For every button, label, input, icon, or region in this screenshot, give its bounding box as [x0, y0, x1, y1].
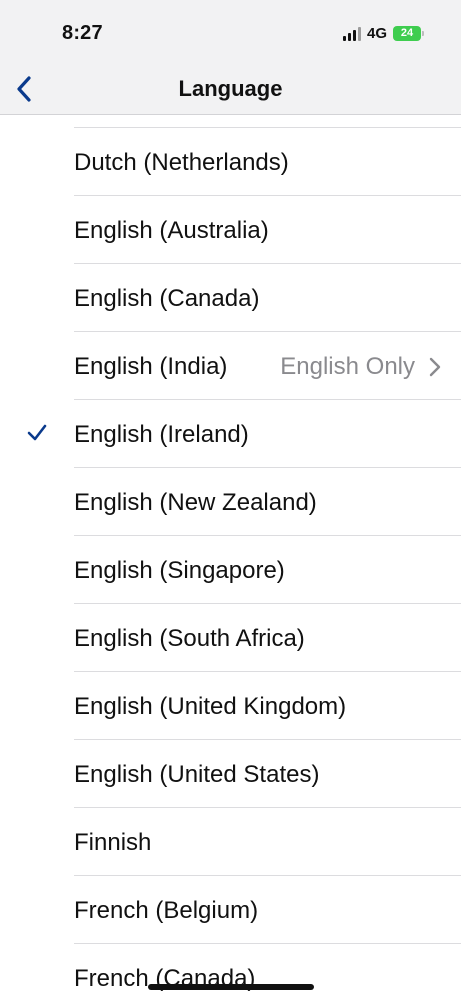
- language-row[interactable]: French (Canada): [0, 944, 461, 1000]
- status-bar: 8:27 4G 24: [0, 0, 461, 64]
- navigation-bar: Language: [0, 64, 461, 115]
- language-label: English (India): [74, 353, 228, 380]
- language-label: English (South Africa): [74, 625, 305, 652]
- language-row[interactable]: English (United Kingdom): [0, 672, 461, 740]
- language-row[interactable]: Dutch (Netherlands): [0, 128, 461, 196]
- language-row[interactable]: English (India) English Only: [0, 332, 461, 400]
- language-row[interactable]: English (United States): [0, 740, 461, 808]
- language-label: Dutch (Netherlands): [74, 149, 289, 176]
- language-row[interactable]: English (Australia): [0, 196, 461, 264]
- language-detail: English Only: [280, 353, 415, 380]
- language-rows: Dutch (Netherlands) English (Australia) En…: [0, 128, 461, 1000]
- language-label: English (Canada): [74, 285, 260, 312]
- language-list[interactable]: Dutch (Netherlands) English (Australia) En…: [0, 115, 461, 1000]
- home-indicator[interactable]: [148, 984, 314, 990]
- checkmark-icon: [27, 424, 47, 441]
- page-title: Language: [178, 76, 283, 101]
- status-indicators: 4G 24: [342, 25, 424, 42]
- language-label: Finnish: [74, 829, 152, 856]
- language-label: English (United Kingdom): [74, 693, 347, 720]
- battery-level: 24: [400, 27, 414, 39]
- language-label: English (New Zealand): [74, 489, 317, 516]
- language-row[interactable]: English (South Africa): [0, 604, 461, 672]
- language-row[interactable]: English (Ireland): [0, 400, 461, 468]
- battery-icon: 24: [393, 26, 424, 41]
- language-row[interactable]: English (Canada): [0, 264, 461, 332]
- language-label: English (United States): [74, 761, 320, 788]
- language-row[interactable]: English (New Zealand): [0, 468, 461, 536]
- language-row[interactable]: English (Singapore): [0, 536, 461, 604]
- language-row[interactable]: French (Belgium): [0, 876, 461, 944]
- cellular-signal-icon: [342, 26, 361, 41]
- language-label: English (Ireland): [74, 421, 249, 448]
- chevron-right-icon: [429, 357, 441, 377]
- language-label: French (Belgium): [74, 897, 259, 924]
- language-row[interactable]: Finnish: [0, 808, 461, 876]
- language-label: English (Australia): [74, 217, 269, 244]
- language-label: English (Singapore): [74, 557, 285, 584]
- network-type: 4G: [366, 25, 387, 42]
- status-time: 8:27: [62, 22, 103, 44]
